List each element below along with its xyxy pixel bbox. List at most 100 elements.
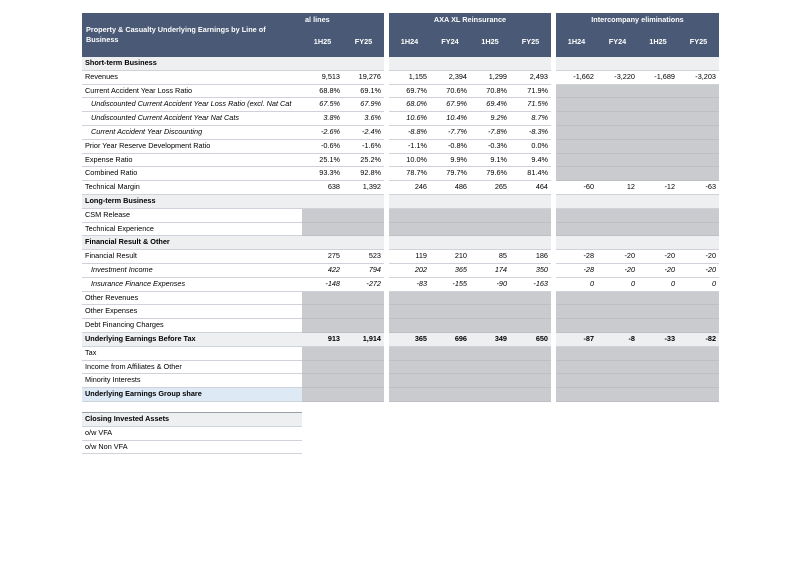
value-cell: -2.6% (302, 125, 343, 140)
empty-cell (430, 346, 470, 361)
value-cell: 119 (389, 249, 430, 264)
table-row: Expense Ratio 25.1% 25.2% 10.0% 9.9% 9.1% 9.4% (82, 153, 719, 168)
empty-cell (678, 346, 719, 361)
value-cell: 486 (430, 180, 470, 195)
empty-cell (678, 166, 719, 182)
table-row: Technical Experience (82, 222, 719, 237)
value-cell: 71.9% (510, 84, 551, 99)
value-cell: 0 (678, 277, 719, 292)
empty-cell (556, 139, 597, 154)
empty-cell (430, 318, 470, 333)
period-header: 1H25 (302, 27, 343, 57)
empty-cell (430, 360, 470, 375)
value-cell: -20 (597, 249, 638, 264)
empty-cell (510, 387, 551, 402)
blank-cell (302, 412, 719, 427)
value-cell: 68.8% (302, 84, 343, 99)
value-cell: -1.1% (389, 139, 430, 154)
value-cell (597, 57, 638, 71)
value-cell: 9.9% (430, 153, 470, 168)
table-row: Tax (82, 346, 719, 361)
value-cell: 0 (556, 277, 597, 292)
empty-cell (597, 111, 638, 126)
value-cell: 10.4% (430, 111, 470, 126)
empty-cell (556, 111, 597, 126)
value-cell: 0 (638, 277, 678, 292)
empty-cell (678, 222, 719, 237)
value-cell: -148 (302, 277, 343, 292)
empty-cell (638, 153, 678, 168)
empty-cell (678, 373, 719, 389)
value-cell (678, 235, 719, 251)
value-cell: -155 (430, 277, 470, 292)
value-cell: 794 (343, 263, 384, 278)
empty-cell (597, 346, 638, 361)
value-cell (597, 194, 638, 209)
empty-cell (597, 360, 638, 375)
empty-cell (430, 373, 470, 389)
empty-cell (556, 360, 597, 375)
value-cell: -1,689 (638, 70, 678, 85)
value-cell: -0.8% (430, 139, 470, 154)
asset-row: o/w VFA (82, 426, 719, 441)
value-cell (389, 235, 430, 251)
empty-cell (343, 387, 384, 402)
row-label: Closing Invested Assets (82, 411, 302, 427)
value-cell: 1,914 (343, 332, 384, 347)
empty-cell (597, 373, 638, 389)
value-cell: 202 (389, 263, 430, 278)
empty-cell (597, 84, 638, 99)
row-label: Insurance Finance Expenses (82, 277, 302, 292)
table-row: Revenues 9,513 19,276 1,155 2,394 1,299 2,493-… (82, 70, 719, 85)
value-cell (343, 194, 384, 209)
header-row-groups: Property & Casualty Underlying Earnings … (82, 13, 719, 57)
value-cell: 93.3% (302, 166, 343, 182)
empty-cell (343, 318, 384, 333)
row-label: Combined Ratio (82, 166, 302, 182)
empty-cell (470, 318, 510, 333)
empty-cell (343, 304, 384, 320)
value-cell: -90 (470, 277, 510, 292)
value-cell: -63 (678, 180, 719, 195)
empty-cell (678, 125, 719, 140)
empty-cell (556, 97, 597, 113)
row-label: Debt Financing Charges (82, 318, 302, 333)
value-cell: 12 (597, 180, 638, 195)
value-cell (470, 57, 510, 71)
period-header: FY25 (510, 27, 551, 57)
value-cell: 275 (302, 249, 343, 264)
empty-cell (302, 222, 343, 237)
value-cell: 265 (470, 180, 510, 195)
value-cell: 81.4% (510, 166, 551, 182)
value-cell: -272 (343, 277, 384, 292)
empty-cell (302, 360, 343, 375)
empty-cell (470, 222, 510, 237)
value-cell: 422 (302, 263, 343, 278)
value-cell: -1.6% (343, 139, 384, 154)
empty-cell (597, 222, 638, 237)
empty-cell (389, 387, 430, 402)
period-header: 1H25 (470, 27, 510, 57)
value-cell: 79.7% (430, 166, 470, 182)
empty-cell (389, 346, 430, 361)
row-label: CSM Release (82, 208, 302, 223)
value-cell: 1,299 (470, 70, 510, 85)
value-cell: -28 (556, 263, 597, 278)
value-cell: 1,155 (389, 70, 430, 85)
value-cell: 210 (430, 249, 470, 264)
empty-cell (389, 304, 430, 320)
empty-cell (597, 304, 638, 320)
empty-cell (389, 360, 430, 375)
row-label: Financial Result (82, 249, 302, 264)
table-row: Investment Income 422 794 202 365 174 350 -28 -2… (82, 263, 719, 278)
empty-cell (556, 222, 597, 237)
empty-cell (430, 304, 470, 320)
empty-cell (470, 373, 510, 389)
value-cell: -20 (597, 263, 638, 278)
value-cell: 365 (389, 332, 430, 347)
empty-cell (389, 318, 430, 333)
empty-cell (470, 346, 510, 361)
value-cell (556, 57, 597, 71)
table-row: Underlying Earnings Before Tax 913 1,914 36… (82, 332, 719, 347)
value-cell: 67.9% (430, 97, 470, 113)
